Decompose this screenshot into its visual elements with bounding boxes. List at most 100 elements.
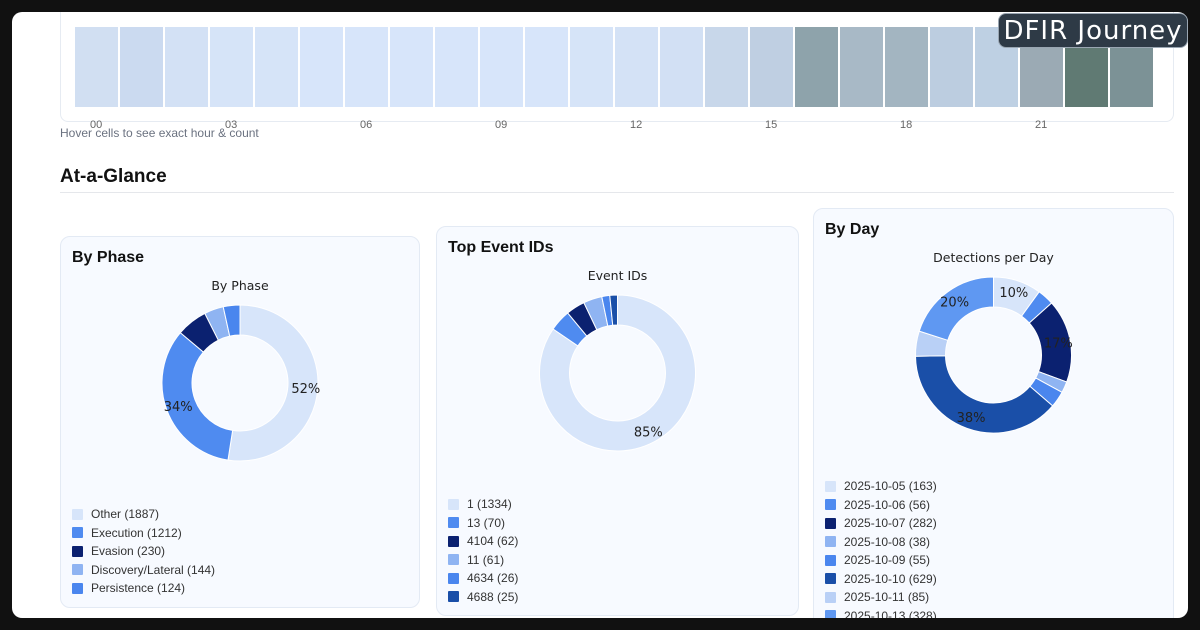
heatmap-cell[interactable] [165,27,208,107]
legend-item[interactable]: 2025-10-08 (38) [825,533,937,552]
legend-label: 2025-10-05 (163) [844,479,937,494]
legend-item[interactable]: 4104 (62) [448,532,518,551]
section-divider [60,192,1174,193]
legend-swatch [72,582,83,594]
by-phase-card: By Phase By Phase 52% 34% Other (1887) Exe… [60,236,420,608]
heatmap-cell[interactable] [120,27,163,107]
legend-swatch [448,554,459,566]
legend-label: Evasion (230) [91,544,166,559]
heatmap-tick-label: 18 [900,119,913,131]
heatmap-tick-label: 12 [630,119,643,131]
legend-item[interactable]: Execution (1212) [72,524,215,543]
slice-percent-label: 52% [291,382,320,397]
legend-label: Execution (1212) [91,525,182,540]
legend-swatch [825,536,836,548]
by-phase-legend: Other (1887) Execution (1212) Evasion (230… [72,505,215,598]
brand-logo: DFIR Journey [998,13,1188,48]
slice-percent-label: 20% [940,296,969,311]
legend-swatch [825,480,836,492]
slice-percent-label: 34% [164,400,193,415]
heatmap-cell[interactable] [390,27,433,107]
legend-swatch [825,554,836,566]
heatmap-cell[interactable] [570,27,613,107]
legend-swatch [825,610,836,618]
legend-item[interactable]: 2025-10-07 (282) [825,514,937,533]
by-day-legend: 2025-10-05 (163) 2025-10-06 (56) 2025-10-0… [825,477,937,618]
legend-swatch [825,591,836,603]
legend-swatch [825,499,836,511]
legend-swatch [448,572,459,584]
legend-label: 2025-10-10 (629) [844,571,937,586]
legend-item[interactable]: Other (1887) [72,505,215,524]
legend-item[interactable]: 4634 (26) [448,569,518,588]
legend-label: 2025-10-07 (282) [844,516,937,531]
heatmap-cell[interactable] [255,27,298,107]
legend-label: Discovery/Lateral (144) [91,562,216,577]
legend-item[interactable]: 11 (61) [448,551,518,570]
legend-label: 13 (70) [467,515,506,530]
chart-title: Event IDs [587,268,648,283]
card-title: By Day [825,221,880,238]
heatmap-cell[interactable] [525,27,568,107]
slice-percent-label: 10% [999,286,1028,301]
legend-swatch [72,545,83,557]
heatmap-cell[interactable] [750,27,793,107]
heatmap-cell[interactable] [480,27,523,107]
heatmap-cell[interactable] [930,27,973,107]
legend-item[interactable]: 4688 (25) [448,588,518,607]
legend-item[interactable]: 1 (1334) [448,495,518,514]
legend-label: 4104 (62) [467,534,519,549]
legend-swatch [448,517,459,529]
chart-title: Detections per Day [933,250,1054,265]
event-ids-legend: 1 (1334) 13 (70) 4104 (62) 11 (61) 4634 (26)… [448,495,518,606]
legend-label: 11 (61) [467,552,505,567]
top-event-ids-card: Top Event IDs Event IDs 85% 1 (1334) 13 (… [436,226,799,616]
legend-label: 2025-10-06 (56) [844,497,931,512]
legend-item[interactable]: 2025-10-10 (629) [825,570,937,589]
heatmap-cell[interactable] [705,27,748,107]
legend-item[interactable]: 2025-10-09 (55) [825,551,937,570]
slice-percent-label: 38% [957,411,986,426]
legend-item[interactable]: 2025-10-13 (328) [825,607,937,618]
heatmap-tick-label: 15 [765,119,778,131]
heatmap-cell[interactable] [75,27,118,107]
legend-swatch [72,527,83,539]
legend-swatch [448,591,459,603]
legend-swatch [448,498,459,510]
heatmap-tick-label: 09 [495,119,508,131]
heatmap-cell[interactable] [435,27,478,107]
slice-percent-label: 17% [1044,337,1073,352]
legend-label: Persistence (124) [91,581,186,596]
slice-percent-label: 85% [634,425,663,440]
legend-label: 2025-10-13 (328) [844,608,937,618]
legend-swatch [72,508,83,520]
heatmap-cell[interactable] [795,27,838,107]
legend-item[interactable]: Discovery/Lateral (144) [72,561,215,580]
legend-label: Other (1887) [91,507,160,522]
legend-item[interactable]: Persistence (124) [72,579,215,598]
legend-item[interactable]: 2025-10-11 (85) [825,588,937,607]
heatmap-cell[interactable] [210,27,253,107]
legend-item[interactable]: 2025-10-06 (56) [825,496,937,515]
heatmap-cell[interactable] [660,27,703,107]
legend-label: 4688 (25) [467,589,519,604]
legend-label: 2025-10-11 (85) [844,590,930,605]
heatmap-cell[interactable] [615,27,658,107]
heatmap-cell[interactable] [840,27,883,107]
chart-title: By Phase [211,278,269,293]
heatmap-tick-label: 06 [360,119,373,131]
heatmap-cell[interactable] [885,27,928,107]
legend-item[interactable]: 2025-10-05 (163) [825,477,937,496]
legend-label: 1 (1334) [467,497,512,512]
heatmap-tick-label: 21 [1035,119,1048,131]
donut-slice[interactable] [161,331,234,461]
heatmap-cell[interactable] [300,27,343,107]
section-title: At-a-Glance [60,166,167,187]
legend-item[interactable]: 13 (70) [448,514,518,533]
dashboard-frame: 00 03 06 09 12 15 18 21 Hover cells to see exac… [12,12,1188,618]
card-title: Top Event IDs [448,239,554,256]
legend-label: 2025-10-09 (55) [844,553,931,568]
heatmap-cell[interactable] [345,27,388,107]
legend-swatch [825,573,836,585]
legend-item[interactable]: Evasion (230) [72,542,215,561]
